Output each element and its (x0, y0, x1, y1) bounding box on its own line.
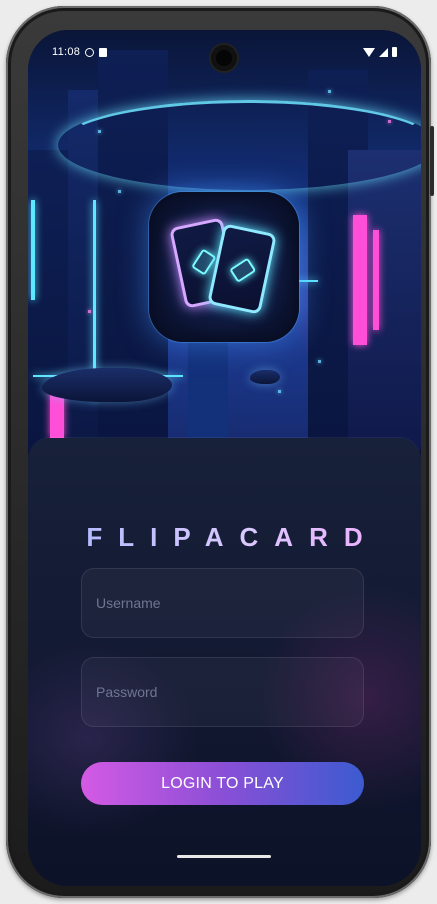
flipacard-logo-icon (149, 192, 299, 342)
status-time: 11:08 (52, 46, 81, 58)
hero-cityscape-image (28, 30, 421, 450)
login-panel: FLIPACARD LOGIN TO PLAY (28, 438, 421, 886)
wifi-icon (363, 47, 375, 57)
battery-icon (392, 47, 397, 57)
do-not-disturb-icon (85, 47, 95, 57)
power-button (430, 126, 434, 196)
app-screen: 11:08 FLIPACARD LOGIN TO PLAY (28, 30, 421, 886)
phone-frame: 11:08 FLIPACARD LOGIN TO PLAY (6, 6, 434, 898)
home-indicator[interactable] (177, 855, 271, 858)
app-title: FLIPACARD (28, 522, 421, 553)
password-field[interactable] (81, 657, 364, 727)
username-field[interactable] (81, 568, 364, 638)
sim-card-icon (99, 47, 108, 57)
neon-ring (58, 100, 421, 190)
username-input[interactable] (96, 569, 363, 637)
cell-signal-icon (379, 47, 388, 57)
password-input[interactable] (96, 658, 363, 726)
login-button[interactable]: LOGIN TO PLAY (81, 762, 364, 805)
flying-car (42, 368, 172, 402)
flying-car-small (250, 370, 280, 384)
status-bar: 11:08 (52, 43, 397, 61)
